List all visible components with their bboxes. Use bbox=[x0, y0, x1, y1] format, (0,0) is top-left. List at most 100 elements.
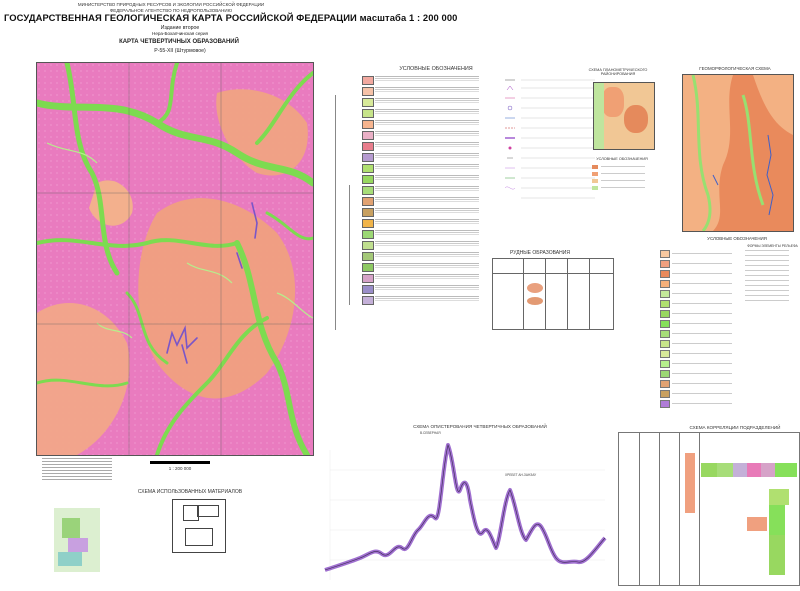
legend-unit bbox=[362, 296, 482, 306]
legend-units bbox=[362, 76, 492, 316]
geomorph-text-line bbox=[672, 303, 732, 304]
legend-swatch bbox=[362, 164, 374, 173]
geomorph-swatch bbox=[660, 340, 670, 348]
legend-text-lines bbox=[375, 87, 479, 88]
deposits-title: РУДНЫЕ ОБРАЗОВАНИЯ bbox=[510, 250, 570, 256]
legend-unit bbox=[362, 109, 482, 119]
geomorph-forms-legend bbox=[745, 250, 795, 320]
deposits-table bbox=[492, 258, 614, 330]
geomorph-swatch bbox=[660, 270, 670, 278]
legend-text-lines bbox=[375, 109, 479, 110]
legend-unit bbox=[362, 263, 482, 273]
geomorph-text-line bbox=[672, 253, 732, 254]
legend-unit bbox=[362, 131, 482, 141]
legend-unit bbox=[362, 274, 482, 284]
legend-unit bbox=[362, 175, 482, 185]
legend-swatch bbox=[362, 109, 374, 118]
geomorph-map bbox=[682, 74, 794, 232]
geomorph-text-line bbox=[672, 293, 732, 294]
legend-swatch bbox=[362, 208, 374, 217]
geomorph-text-line bbox=[672, 333, 732, 334]
sheet-number: P-55-XII (Штурмовое) bbox=[154, 48, 206, 54]
legend-swatch bbox=[362, 175, 374, 184]
geomorph-swatch bbox=[660, 390, 670, 398]
legend-swatch bbox=[362, 131, 374, 140]
legend-swatch bbox=[362, 186, 374, 195]
geomorph-text-line bbox=[672, 403, 732, 404]
legend-text-lines bbox=[375, 285, 479, 286]
geomorph-swatch bbox=[660, 320, 670, 328]
legend-text-lines bbox=[375, 164, 479, 165]
scale-label: 1 : 200 000 bbox=[168, 466, 192, 471]
legend-swatch bbox=[362, 87, 374, 96]
legend-text-lines bbox=[375, 186, 479, 187]
geomorph-text-line bbox=[672, 283, 732, 284]
legend-swatch bbox=[362, 219, 374, 228]
geomorph-swatch bbox=[660, 260, 670, 268]
index-map bbox=[54, 508, 100, 572]
legend-swatch bbox=[362, 230, 374, 239]
profile-graphic bbox=[324, 443, 607, 580]
inset-legend-title: УСЛОВНЫЕ ОБОЗНАЧЕНИЯ bbox=[596, 157, 648, 161]
geomorph-swatch bbox=[660, 330, 670, 338]
legend-swatch bbox=[362, 296, 374, 305]
correlation-title: СХЕМА КОРРЕЛЯЦИИ ПОДРАЗДЕЛЕНИЙ bbox=[689, 425, 781, 430]
elevation-profile bbox=[320, 430, 610, 586]
materials-title: СХЕМА ИСПОЛЬЗОВАННЫХ МАТЕРИАЛОВ bbox=[137, 489, 243, 495]
geomorph-text-line bbox=[672, 383, 732, 384]
legend-unit bbox=[362, 230, 482, 240]
legend-text-lines bbox=[375, 142, 479, 143]
legend-unit bbox=[362, 252, 482, 262]
legend-swatch bbox=[362, 252, 374, 261]
legend-swatch bbox=[362, 285, 374, 294]
geomorph-swatch bbox=[660, 310, 670, 318]
geomorph-text-line bbox=[672, 273, 732, 274]
geomorph-text-line bbox=[672, 323, 732, 324]
legend-swatch bbox=[362, 241, 374, 250]
legend-unit bbox=[362, 186, 482, 196]
legend-unit bbox=[362, 208, 482, 218]
geomorph-legend bbox=[660, 250, 740, 420]
geomorph-swatch bbox=[660, 360, 670, 368]
geomorph-swatch bbox=[660, 350, 670, 358]
inset-title: СХЕМА ПЛАНОМЕТРИЧЕСКОГО РАЙОНИРОВАНИЯ bbox=[588, 68, 648, 76]
legend-text-lines bbox=[375, 208, 479, 209]
legend-title: УСЛОВНЫЕ ОБОЗНАЧЕНИЯ bbox=[399, 66, 473, 72]
legend-unit bbox=[362, 87, 482, 97]
geomorph-swatch bbox=[660, 300, 670, 308]
legend-text-lines bbox=[375, 120, 479, 121]
legend-unit bbox=[362, 285, 482, 295]
legend-unit bbox=[362, 219, 482, 229]
legend-unit bbox=[362, 76, 482, 86]
legend-swatch bbox=[362, 153, 374, 162]
geomorph-text-line bbox=[672, 263, 732, 264]
legend-text-lines bbox=[375, 131, 479, 132]
geology-map-graphic bbox=[33, 60, 317, 458]
map-title: ГОСУДАРСТВЕННАЯ ГЕОЛОГИЧЕСКАЯ КАРТА РОСС… bbox=[4, 12, 458, 23]
profile-title: СХЕМА ОПИСТЕРОВАНИЯ ЧЕТВЕРТИЧНЫХ ОБРАЗОВ… bbox=[413, 424, 547, 429]
legend-unit bbox=[362, 120, 482, 130]
legend-text-lines bbox=[375, 252, 479, 253]
legend-unit bbox=[362, 241, 482, 251]
correlation-scheme bbox=[618, 432, 800, 586]
geomorph-swatch bbox=[660, 250, 670, 258]
geomorph-swatch bbox=[660, 370, 670, 378]
legend-text-lines bbox=[375, 197, 479, 198]
legend-text-lines bbox=[375, 263, 479, 264]
map-subtitle: КАРТА ЧЕТВЕРТИЧНЫХ ОБРАЗОВАНИЙ bbox=[119, 39, 239, 45]
imprint-block bbox=[42, 458, 122, 488]
planometric-inset bbox=[593, 82, 655, 150]
main-map[interactable] bbox=[33, 60, 317, 458]
geomorph-swatch bbox=[660, 290, 670, 298]
legend-text-lines bbox=[375, 230, 479, 231]
geomorph-swatch bbox=[660, 380, 670, 388]
legend-unit bbox=[362, 142, 482, 152]
geomorph-text-line bbox=[672, 363, 732, 364]
legend-unit bbox=[362, 98, 482, 108]
geomorph-swatch bbox=[660, 400, 670, 408]
geomorph-text-line bbox=[672, 373, 732, 374]
legend-swatch bbox=[362, 76, 374, 85]
legend-text-lines bbox=[375, 98, 479, 99]
legend-text-lines bbox=[375, 219, 479, 220]
legend-text-lines bbox=[375, 241, 479, 242]
